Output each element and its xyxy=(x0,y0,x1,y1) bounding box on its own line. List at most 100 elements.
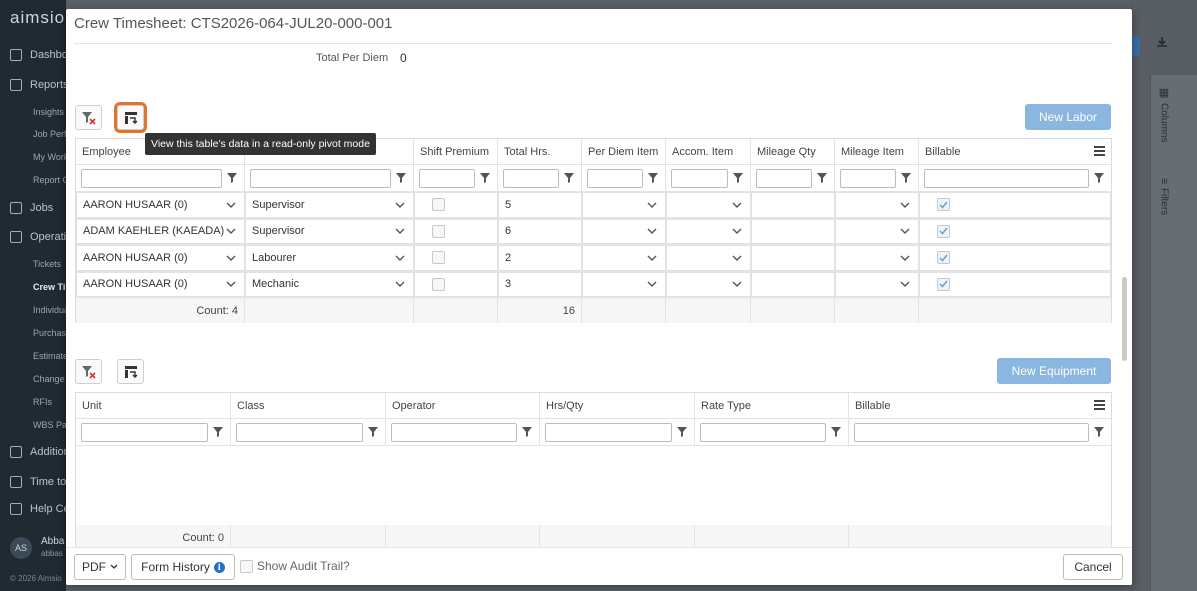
chevron-down-icon[interactable] xyxy=(730,277,744,291)
accom-select[interactable] xyxy=(666,218,751,244)
employee-select[interactable]: ADAM KAEHLER (KAEADA) xyxy=(76,218,245,244)
filter-icon[interactable] xyxy=(731,173,745,183)
chevron-down-icon[interactable] xyxy=(898,198,912,212)
filter-icon[interactable] xyxy=(1092,427,1106,437)
billable-checkbox[interactable] xyxy=(937,251,950,265)
chevron-down-icon[interactable] xyxy=(730,224,744,238)
labor-filter-input[interactable] xyxy=(840,168,896,188)
equipment-filter-input[interactable] xyxy=(854,422,1089,442)
nav-sub-item-active[interactable]: Crew Timesheets xyxy=(33,282,66,292)
labor-filter-input[interactable] xyxy=(250,168,391,188)
col-accom-item[interactable]: Accom. Item xyxy=(666,139,751,164)
audit-checkbox[interactable] xyxy=(240,559,253,573)
mileage-item-select[interactable] xyxy=(835,192,919,218)
filter-icon[interactable] xyxy=(1092,173,1106,183)
employee-select[interactable]: AARON HUSAAR (0) xyxy=(76,245,245,271)
filter-icon[interactable] xyxy=(815,173,829,183)
column-menu-icon[interactable] xyxy=(1094,146,1105,158)
labor-filter-input[interactable] xyxy=(503,168,559,188)
avatar[interactable]: AS xyxy=(10,537,32,559)
col-billable[interactable]: Billable xyxy=(849,393,1111,418)
total-hrs-input[interactable]: 6 xyxy=(498,218,582,244)
col-rate-type[interactable]: Rate Type xyxy=(695,393,849,418)
equipment-filter-input[interactable] xyxy=(236,422,363,442)
nav-dashboards[interactable]: Dashboards xyxy=(10,49,66,61)
role-select[interactable]: Supervisor xyxy=(245,218,414,244)
mileage-qty-input[interactable] xyxy=(751,245,835,271)
table-row[interactable]: AARON HUSAAR (0) Supervisor 5 xyxy=(76,192,1111,219)
accom-select[interactable] xyxy=(666,271,751,297)
new-labor-button[interactable]: New Labor xyxy=(1025,104,1111,130)
new-equipment-button[interactable]: New Equipment xyxy=(997,358,1111,384)
clear-filters-button[interactable] xyxy=(75,105,102,130)
billable-checkbox[interactable] xyxy=(937,277,950,291)
mileage-item-select[interactable] xyxy=(835,218,919,244)
nav-additional[interactable]: Additional xyxy=(10,446,66,458)
chevron-down-icon[interactable] xyxy=(393,251,407,265)
col-shift-premium[interactable]: Shift Premium xyxy=(414,139,498,164)
modal-scrollbar[interactable] xyxy=(1122,277,1127,361)
nav-sub-item[interactable]: Job Performance xyxy=(33,129,66,139)
col-per-diem-item[interactable]: Per Diem Item xyxy=(582,139,666,164)
nav-sub-item[interactable]: Individual xyxy=(33,305,66,315)
accom-select[interactable] xyxy=(666,245,751,271)
mileage-qty-input[interactable] xyxy=(751,218,835,244)
pivot-mode-button[interactable] xyxy=(114,102,147,133)
per-diem-select[interactable] xyxy=(582,218,666,244)
chevron-down-icon[interactable] xyxy=(393,224,407,238)
employee-select[interactable]: AARON HUSAAR (0) xyxy=(76,192,245,218)
nav-sub-item[interactable]: Insights xyxy=(33,107,64,117)
role-select[interactable]: Supervisor xyxy=(245,192,414,218)
filter-icon[interactable] xyxy=(899,173,913,183)
mileage-qty-input[interactable] xyxy=(751,271,835,297)
form-history-button[interactable]: Form History i xyxy=(131,554,235,580)
nav-help[interactable]: Help Center xyxy=(10,503,66,515)
chevron-down-icon[interactable] xyxy=(645,251,659,265)
total-hrs-input[interactable]: 2 xyxy=(498,245,582,271)
billable-checkbox[interactable] xyxy=(937,224,950,238)
filter-icon[interactable] xyxy=(225,173,239,183)
role-select[interactable]: Labourer xyxy=(245,245,414,271)
nav-time[interactable]: Time to xyxy=(10,476,66,488)
pdf-dropdown-button[interactable]: PDF xyxy=(74,554,126,580)
col-hrs-qty[interactable]: Hrs/Qty xyxy=(540,393,695,418)
chevron-down-icon[interactable] xyxy=(224,224,238,238)
filter-icon[interactable] xyxy=(675,427,689,437)
employee-select[interactable]: AARON HUSAAR (0) xyxy=(76,271,245,297)
chevron-down-icon[interactable] xyxy=(730,251,744,265)
nav-sub-item[interactable]: My Work xyxy=(33,152,66,162)
nav-sub-item[interactable]: Report C xyxy=(33,175,66,185)
mileage-item-select[interactable] xyxy=(835,271,919,297)
filters-tab[interactable]: ≡ Filters xyxy=(1156,178,1172,216)
clear-filters-button-equipment[interactable] xyxy=(75,359,102,384)
mileage-item-select[interactable] xyxy=(835,245,919,271)
shift-premium-checkbox[interactable] xyxy=(432,224,445,238)
col-billable[interactable]: Billable xyxy=(919,139,1111,164)
cancel-button[interactable]: Cancel xyxy=(1063,554,1123,580)
filter-icon[interactable] xyxy=(562,173,576,183)
chevron-down-icon[interactable] xyxy=(224,198,238,212)
filter-icon[interactable] xyxy=(366,427,380,437)
mileage-qty-input[interactable] xyxy=(751,192,835,218)
accom-select[interactable] xyxy=(666,192,751,218)
filter-icon[interactable] xyxy=(829,427,843,437)
filter-icon[interactable] xyxy=(211,427,225,437)
chevron-down-icon[interactable] xyxy=(898,251,912,265)
col-class[interactable]: Class xyxy=(231,393,386,418)
nav-operations[interactable]: Operations xyxy=(10,231,66,243)
chevron-down-icon[interactable] xyxy=(645,277,659,291)
col-mileage-item[interactable]: Mileage Item xyxy=(835,139,919,164)
chevron-down-icon[interactable] xyxy=(224,251,238,265)
role-select[interactable]: Mechanic xyxy=(245,271,414,297)
nav-sub-item[interactable]: Change xyxy=(33,374,65,384)
shift-premium-checkbox[interactable] xyxy=(432,277,445,291)
chevron-down-icon[interactable] xyxy=(645,224,659,238)
chevron-down-icon[interactable] xyxy=(645,198,659,212)
filter-icon[interactable] xyxy=(646,173,660,183)
chevron-down-icon[interactable] xyxy=(393,198,407,212)
nav-reports[interactable]: Reports xyxy=(10,79,66,91)
labor-filter-input[interactable] xyxy=(587,168,643,188)
filter-icon[interactable] xyxy=(520,427,534,437)
total-hrs-input[interactable]: 5 xyxy=(498,192,582,218)
per-diem-select[interactable] xyxy=(582,271,666,297)
